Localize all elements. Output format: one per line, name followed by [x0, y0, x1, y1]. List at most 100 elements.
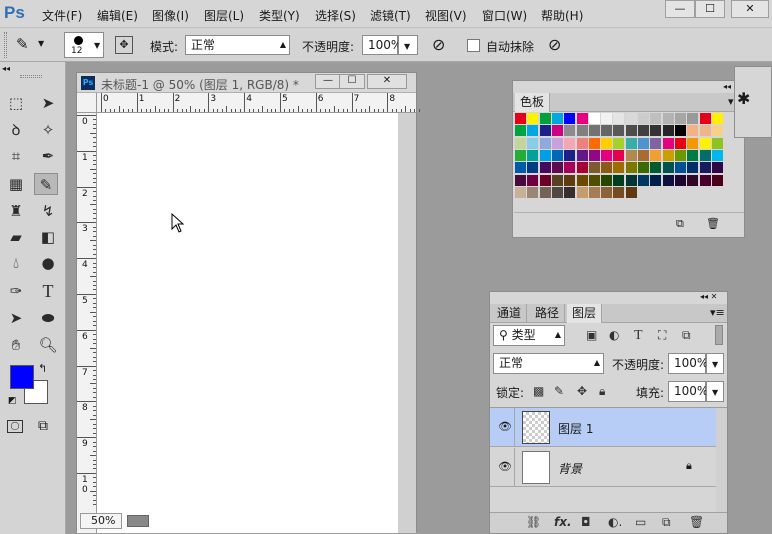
horizontal-ruler[interactable]: 0 1 2 3 4 5 6 7 8 — [97, 93, 420, 113]
color-swatch[interactable] — [674, 137, 686, 149]
color-swatch[interactable] — [551, 125, 563, 137]
grip-handle[interactable] — [4, 32, 7, 58]
color-swatch[interactable] — [662, 174, 674, 186]
lock-all-icon[interactable]: 🔒︎ — [599, 384, 605, 399]
lock-pixels-icon[interactable]: ✎ — [554, 384, 564, 398]
color-swatch[interactable] — [662, 137, 674, 149]
menu-item[interactable]: 窗口(W) — [482, 7, 527, 24]
eye-icon[interactable]: 👁︎ — [498, 420, 512, 433]
color-swatch[interactable] — [601, 125, 613, 137]
color-swatch[interactable] — [601, 149, 613, 161]
tab-paths[interactable]: 路径 — [530, 304, 566, 323]
color-swatch[interactable] — [527, 113, 539, 124]
eyedropper-tool-icon[interactable]: ✒ — [36, 145, 60, 167]
color-swatch[interactable] — [539, 162, 551, 174]
delete-layer-icon[interactable]: 🗑︎ — [689, 515, 704, 529]
grip-handle[interactable] — [20, 75, 42, 78]
add-mask-icon[interactable]: ◘ — [581, 515, 591, 529]
document-canvas[interactable] — [97, 113, 398, 533]
color-swatch[interactable] — [650, 149, 662, 161]
color-swatch[interactable] — [527, 174, 539, 186]
new-swatch-icon[interactable]: ⧉ — [676, 217, 684, 231]
color-swatch[interactable] — [650, 137, 662, 149]
color-swatch[interactable] — [588, 125, 600, 137]
tab-layers[interactable]: 图层 — [567, 304, 603, 323]
color-swatch[interactable] — [527, 137, 539, 149]
layer-name[interactable]: 图层 1 — [558, 420, 593, 437]
layers-scrollbar[interactable] — [716, 408, 727, 512]
color-swatch[interactable] — [564, 149, 576, 161]
menu-item[interactable]: 类型(Y) — [259, 7, 300, 24]
color-swatch[interactable] — [515, 137, 526, 149]
color-swatch[interactable] — [564, 186, 576, 198]
opacity-dropdown[interactable]: ▼ — [398, 35, 418, 55]
auto-erase-checkbox[interactable] — [467, 39, 480, 52]
vertical-ruler[interactable]: 0 1 2 3 4 5 6 7 8 9 1 0 — [77, 113, 97, 533]
menu-item[interactable]: 图像(I) — [152, 7, 189, 24]
color-swatch[interactable] — [515, 186, 526, 198]
color-swatch[interactable] — [638, 137, 649, 149]
eye-icon[interactable]: 👁︎ — [498, 460, 512, 473]
lock-position-icon[interactable]: ✥ — [577, 384, 587, 398]
color-swatch[interactable] — [551, 113, 563, 124]
color-swatch[interactable] — [613, 137, 625, 149]
minimize-button[interactable]: — — [665, 0, 695, 18]
color-swatch[interactable] — [564, 113, 576, 124]
blend-mode-select[interactable]: 正常 ▲ — [493, 353, 604, 374]
menu-item[interactable]: 选择(S) — [315, 7, 356, 24]
color-swatch[interactable] — [650, 113, 662, 124]
color-swatch[interactable] — [699, 174, 711, 186]
color-swatch[interactable] — [551, 149, 563, 161]
color-swatch[interactable] — [625, 113, 637, 124]
doc-close-button[interactable]: ✕ — [367, 74, 407, 89]
zoom-tool-icon[interactable]: 🔍︎ — [36, 334, 60, 356]
color-swatch[interactable] — [539, 186, 551, 198]
color-swatch[interactable] — [711, 125, 723, 137]
brush-panel-toggle-icon[interactable]: ✥ — [115, 36, 133, 54]
color-swatch[interactable] — [650, 162, 662, 174]
gradient-tool-icon[interactable]: ◧ — [36, 226, 60, 248]
color-swatch[interactable] — [699, 137, 711, 149]
default-colors-icon[interactable]: ◩ — [8, 396, 17, 406]
color-swatch[interactable] — [576, 186, 588, 198]
marquee-tool-icon[interactable]: ⬚ — [4, 92, 28, 114]
color-swatch[interactable] — [564, 162, 576, 174]
fill-dropdown[interactable]: ▼ — [706, 381, 724, 402]
color-swatch[interactable] — [576, 149, 588, 161]
color-swatch[interactable] — [699, 125, 711, 137]
pencil-tool-preset-icon[interactable]: ✎ — [16, 35, 29, 53]
color-swatch[interactable] — [613, 149, 625, 161]
color-swatch[interactable] — [638, 162, 649, 174]
color-swatch[interactable] — [588, 186, 600, 198]
color-swatch[interactable] — [687, 162, 699, 174]
color-swatch[interactable] — [613, 113, 625, 124]
color-swatch[interactable] — [687, 149, 699, 161]
color-swatch[interactable] — [576, 174, 588, 186]
color-swatch[interactable] — [551, 162, 563, 174]
vertical-scrollbar[interactable] — [398, 113, 416, 533]
ellipse-tool-icon[interactable]: ⬬ — [36, 307, 60, 329]
color-swatch[interactable] — [576, 113, 588, 124]
color-swatch[interactable] — [662, 162, 674, 174]
color-swatch[interactable] — [539, 174, 551, 186]
ruler-origin[interactable] — [77, 93, 97, 113]
color-swatch[interactable] — [601, 137, 613, 149]
swap-colors-icon[interactable]: ↰ — [38, 362, 47, 375]
color-swatch[interactable] — [539, 149, 551, 161]
doc-maximize-button[interactable]: ☐ — [339, 74, 365, 89]
color-swatch[interactable] — [687, 125, 699, 137]
color-swatch[interactable] — [527, 149, 539, 161]
quick-mask-icon[interactable]: ◯ — [7, 420, 23, 433]
shape-filter-icon[interactable]: ⛶ — [658, 328, 666, 343]
color-swatch[interactable] — [576, 125, 588, 137]
color-swatch[interactable] — [674, 125, 686, 137]
menu-item[interactable]: 视图(V) — [425, 7, 467, 24]
pixel-filter-icon[interactable]: ▣ — [586, 328, 597, 342]
layer-name[interactable]: 背景 — [558, 460, 582, 477]
color-swatch[interactable] — [551, 174, 563, 186]
color-swatch[interactable] — [613, 125, 625, 137]
color-swatch[interactable] — [539, 137, 551, 149]
color-swatch[interactable] — [625, 174, 637, 186]
menu-item[interactable]: 编辑(E) — [97, 7, 138, 24]
menu-item[interactable]: 帮助(H) — [541, 7, 583, 24]
